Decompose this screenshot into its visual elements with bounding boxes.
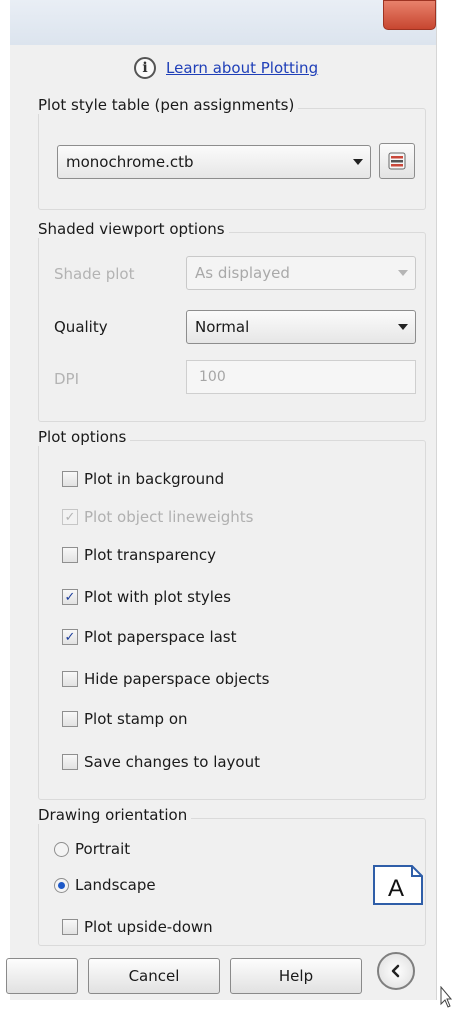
quality-value: Normal	[195, 318, 250, 336]
plot-in-background-checkbox[interactable]	[62, 471, 78, 487]
shade-plot-label: Shade plot	[54, 265, 135, 283]
plot-transparency-checkbox[interactable]	[62, 547, 78, 563]
save-changes-to-layout-label: Save changes to layout	[84, 753, 261, 771]
chevron-down-icon	[398, 270, 408, 276]
plot-upside-down-label: Plot upside-down	[84, 918, 213, 936]
plot-transparency-option[interactable]: Plot transparency	[62, 542, 216, 568]
plot-object-lineweights-checkbox[interactable]: ✓	[62, 509, 78, 525]
chevron-down-icon	[398, 324, 408, 330]
plot-options-label: Plot options	[38, 428, 131, 446]
mouse-cursor-icon	[440, 985, 452, 1008]
plot-style-table-select[interactable]: monochrome.ctb	[57, 145, 371, 179]
edit-plot-style-icon	[388, 152, 406, 170]
quality-label: Quality	[54, 318, 108, 336]
learn-about-plotting-row: i Learn about Plotting	[134, 56, 318, 80]
chevron-left-icon	[391, 964, 400, 978]
screen: i Learn about Plotting Plot style table …	[0, 0, 452, 1015]
shade-plot-value: As displayed	[195, 264, 290, 282]
plot-with-plot-styles-label: Plot with plot styles	[84, 588, 231, 606]
landscape-option[interactable]: Landscape	[54, 872, 156, 898]
plot-upside-down-option[interactable]: Plot upside-down	[62, 914, 213, 940]
edit-plot-style-button[interactable]	[379, 143, 415, 179]
cancel-button[interactable]: Cancel	[88, 958, 220, 994]
quality-select[interactable]: Normal	[186, 310, 416, 344]
plot-options-group	[38, 440, 426, 800]
plot-style-table-value: monochrome.ctb	[66, 153, 194, 171]
radio-selected-dot	[58, 881, 65, 889]
save-changes-to-layout-checkbox[interactable]	[62, 754, 78, 770]
plot-with-plot-styles-checkbox[interactable]: ✓	[62, 589, 78, 605]
plot-paperspace-last-option[interactable]: ✓ Plot paperspace last	[62, 624, 237, 650]
portrait-label: Portrait	[75, 840, 131, 858]
shade-plot-select[interactable]: As displayed	[186, 256, 416, 290]
collapse-options-button[interactable]	[377, 952, 415, 990]
plot-stamp-on-label: Plot stamp on	[84, 710, 188, 728]
plot-transparency-label: Plot transparency	[84, 546, 217, 564]
plot-paperspace-last-checkbox[interactable]: ✓	[62, 629, 78, 645]
page-setup-dialog-panel: i Learn about Plotting Plot style table …	[6, 0, 437, 1000]
plot-in-background-label: Plot in background	[84, 470, 225, 488]
help-button[interactable]: Help	[230, 958, 362, 994]
dpi-label: DPI	[54, 370, 80, 388]
info-icon: i	[134, 57, 156, 79]
plot-stamp-on-checkbox[interactable]	[62, 711, 78, 727]
landscape-radio[interactable]	[54, 877, 69, 893]
chevron-down-icon	[353, 159, 363, 165]
landscape-label: Landscape	[75, 876, 156, 894]
plot-in-background-option[interactable]: Plot in background	[62, 466, 224, 492]
save-changes-to-layout-option[interactable]: Save changes to layout	[62, 749, 260, 775]
plot-with-plot-styles-option[interactable]: ✓ Plot with plot styles	[62, 584, 231, 610]
orientation-preview-letter: A	[388, 875, 404, 902]
plot-upside-down-checkbox[interactable]	[62, 919, 78, 935]
learn-about-plotting-link[interactable]: Learn about Plotting	[166, 59, 318, 77]
dpi-input[interactable]: 100	[186, 360, 416, 394]
plot-stamp-on-option[interactable]: Plot stamp on	[62, 706, 188, 732]
ok-button[interactable]	[6, 958, 78, 994]
plot-paperspace-last-label: Plot paperspace last	[84, 628, 237, 646]
title-bar	[10, 0, 436, 45]
plot-object-lineweights-label: Plot object lineweights	[84, 508, 254, 526]
portrait-radio[interactable]	[54, 841, 69, 857]
hide-paperspace-objects-label: Hide paperspace objects	[84, 670, 270, 688]
landscape-orientation-icon: A	[372, 864, 424, 906]
drawing-orientation-label: Drawing orientation	[38, 806, 192, 824]
hide-paperspace-objects-option[interactable]: Hide paperspace objects	[62, 666, 269, 692]
hide-paperspace-objects-checkbox[interactable]	[62, 671, 78, 687]
plot-style-table-label: Plot style table (pen assignments)	[38, 96, 299, 114]
shaded-viewport-label: Shaded viewport options	[38, 220, 229, 238]
portrait-option[interactable]: Portrait	[54, 836, 130, 862]
plot-object-lineweights-option[interactable]: ✓ Plot object lineweights	[62, 504, 254, 530]
close-button[interactable]	[383, 0, 436, 30]
